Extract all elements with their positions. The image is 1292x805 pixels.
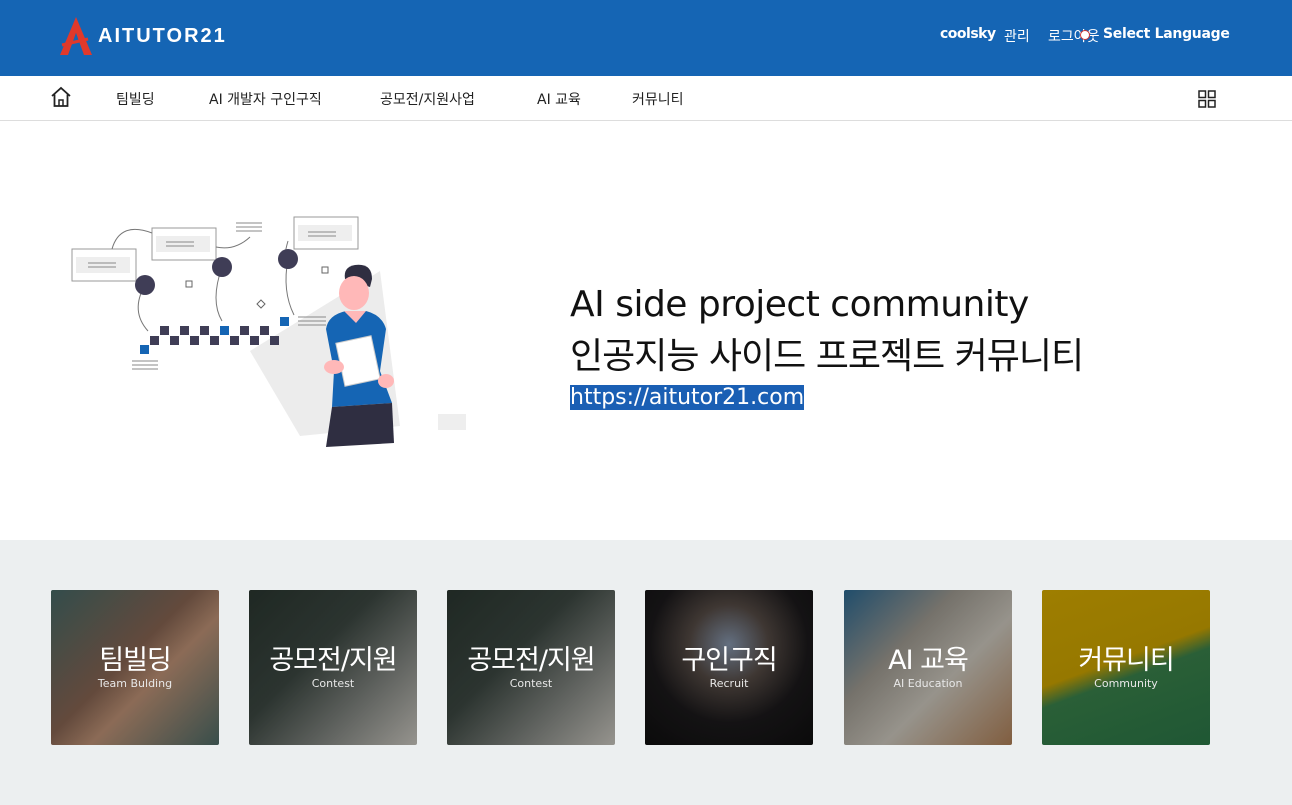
card-subtitle: Team Bulding <box>97 677 173 690</box>
grid-menu-icon[interactable] <box>1198 90 1216 108</box>
hero-title-english: AI side project community <box>570 284 1029 325</box>
card-subtitle: Recruit <box>709 677 749 690</box>
flag-icon <box>1080 30 1090 40</box>
admin-link[interactable]: 관리 <box>1004 26 1030 46</box>
person-with-checklist-illustration <box>71 216 466 447</box>
logo-text: AITUTOR21 <box>98 24 227 47</box>
nav-item-education[interactable]: AI 교육 <box>537 89 581 109</box>
card-title: AI 교육 <box>888 645 969 676</box>
card-title: 구인구직 <box>681 645 777 676</box>
top-header: AITUTOR21 coolsky 관리 로그아웃 Select Languag… <box>0 0 1292 76</box>
main-nav: 팀빌딩 AI 개발자 구인구직 공모전/지원사업 AI 교육 커뮤니티 <box>0 76 1292 121</box>
card-ai-education[interactable]: AI 교육 AI Education <box>844 590 1012 745</box>
nav-item-teambuilding[interactable]: 팀빌딩 <box>116 89 155 109</box>
card-subtitle: Contest <box>311 677 355 690</box>
card-community[interactable]: 커뮤니티 Community <box>1042 590 1210 745</box>
home-icon[interactable] <box>50 86 72 108</box>
card-subtitle: Contest <box>509 677 553 690</box>
card-teambuilding[interactable]: 팀빌딩 Team Bulding <box>51 590 219 745</box>
card-contest-1[interactable]: 공모전/지원 Contest <box>249 590 417 745</box>
site-logo[interactable]: AITUTOR21 <box>58 14 227 58</box>
nav-item-contest[interactable]: 공모전/지원사업 <box>380 89 475 109</box>
card-title: 팀빌딩 <box>99 645 172 676</box>
user-name-link[interactable]: coolsky <box>940 26 996 42</box>
hero-banner: AI side project community 인공지능 사이드 프로젝트 … <box>0 121 1292 540</box>
nav-item-recruit[interactable]: AI 개발자 구인구직 <box>209 89 322 109</box>
hero-title-korean: 인공지능 사이드 프로젝트 커뮤니티 <box>570 336 1084 377</box>
logout-link[interactable]: 로그아웃 <box>1048 26 1100 46</box>
card-title: 공모전/지원 <box>467 645 595 676</box>
card-subtitle: AI Education <box>893 677 963 690</box>
card-recruit[interactable]: 구인구직 Recruit <box>645 590 813 745</box>
logo-a-icon <box>60 17 92 55</box>
language-selector[interactable]: Select Language <box>1103 26 1230 42</box>
card-title: 공모전/지원 <box>269 645 397 676</box>
card-contest-2[interactable]: 공모전/지원 Contest <box>447 590 615 745</box>
card-title: 커뮤니티 <box>1078 645 1174 676</box>
hero-text-block: AI side project community 인공지능 사이드 프로젝트 … <box>570 284 1084 410</box>
hero-url-link[interactable]: https://aitutor21.com <box>570 385 805 410</box>
category-cards-section: 팀빌딩 Team Bulding 공모전/지원 Contest 공모전/지원 C… <box>0 540 1292 805</box>
nav-item-community[interactable]: 커뮤니티 <box>632 89 684 109</box>
card-subtitle: Community <box>1094 677 1158 690</box>
